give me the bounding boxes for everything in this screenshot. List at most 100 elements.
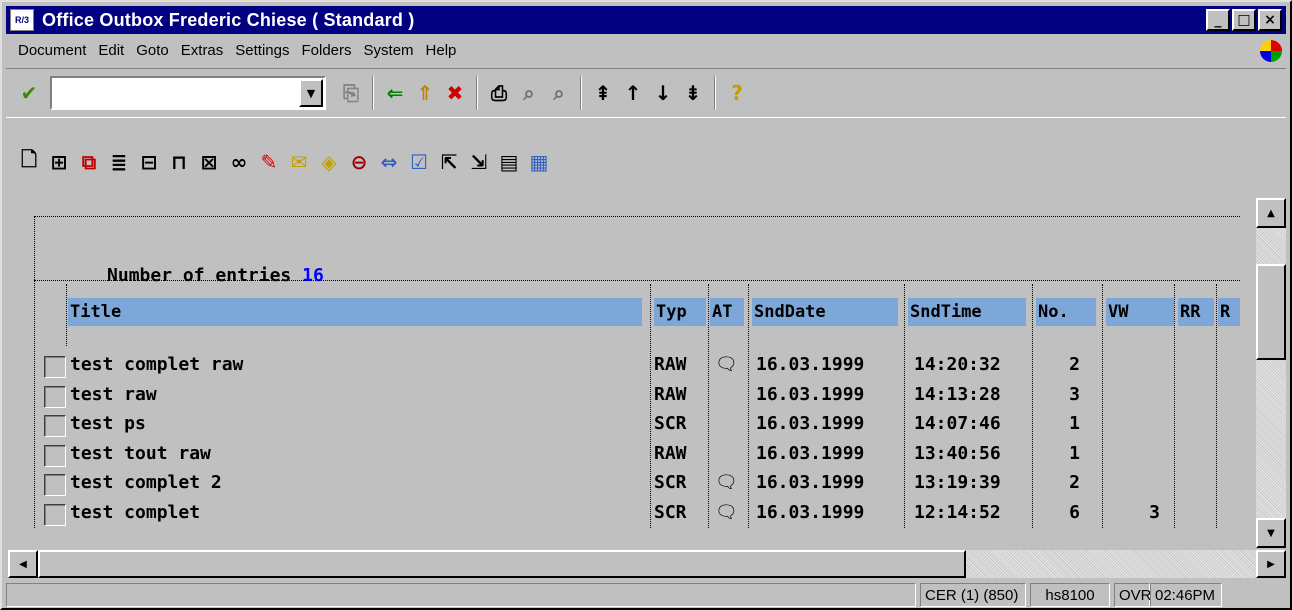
title-bar[interactable]: R/3 Office Outbox Frederic Chiese ( Stan… bbox=[6, 6, 1286, 34]
row-select-checkbox[interactable] bbox=[44, 504, 66, 526]
structure-icon[interactable]: ≣ bbox=[104, 147, 134, 177]
export-icon[interactable]: ⇱ bbox=[434, 147, 464, 177]
column-header-no[interactable]: No. bbox=[1036, 298, 1096, 326]
menu-edit[interactable]: Edit bbox=[98, 42, 124, 59]
first-page-icon[interactable]: ⇞ bbox=[588, 78, 618, 108]
notes-icon[interactable]: ✉ bbox=[284, 147, 314, 177]
row-no: 6 bbox=[1069, 502, 1080, 523]
import-icon[interactable]: ⇲ bbox=[464, 147, 494, 177]
column-header-sndtime[interactable]: SndTime bbox=[908, 298, 1026, 326]
close-button[interactable]: × bbox=[1258, 9, 1282, 31]
column-rr-label: RR bbox=[1180, 302, 1201, 322]
column-header-vw[interactable]: VW bbox=[1106, 298, 1174, 326]
copy-icon[interactable]: ⧉ bbox=[74, 147, 104, 177]
menu-folders[interactable]: Folders bbox=[301, 42, 351, 59]
status-server[interactable]: hs8100 bbox=[1030, 583, 1110, 607]
row-title: test tout raw bbox=[70, 443, 211, 464]
column-title-label: Title bbox=[70, 302, 122, 322]
back-icon[interactable]: ⇐ bbox=[380, 78, 410, 108]
scroll-down-icon[interactable]: ▼ bbox=[1256, 518, 1286, 548]
cancel-icon[interactable]: ✖ bbox=[440, 78, 470, 108]
scroll-right-icon[interactable]: ▶ bbox=[1256, 550, 1286, 578]
scroll-left-icon[interactable]: ◀ bbox=[8, 550, 38, 578]
menu-goto[interactable]: Goto bbox=[136, 42, 169, 59]
maximize-button[interactable]: □ bbox=[1232, 9, 1256, 31]
glasses-icon[interactable]: ∞ bbox=[224, 147, 254, 177]
toolbar-separator bbox=[476, 76, 478, 110]
row-select-checkbox[interactable] bbox=[44, 356, 66, 378]
menu-system[interactable]: System bbox=[364, 42, 414, 59]
menu-settings[interactable]: Settings bbox=[235, 42, 289, 59]
edit-pencil-icon[interactable]: ✎ bbox=[254, 147, 284, 177]
column-divider bbox=[66, 284, 67, 346]
row-select-checkbox[interactable] bbox=[44, 474, 66, 496]
command-field[interactable]: ▼ bbox=[50, 76, 326, 110]
row-title: test complet bbox=[70, 502, 201, 523]
attributes-icon[interactable]: ◈ bbox=[314, 147, 344, 177]
sap-status-circle-icon[interactable] bbox=[1260, 40, 1282, 62]
horizontal-scroll-thumb[interactable] bbox=[38, 550, 966, 578]
status-time: 02:46PM bbox=[1150, 583, 1222, 607]
status-mode[interactable]: OVR bbox=[1114, 583, 1152, 607]
next-page-icon[interactable]: ↓ bbox=[648, 78, 678, 108]
sap-app-icon[interactable]: R/3 bbox=[10, 9, 34, 31]
trash-icon[interactable]: ⊠ bbox=[194, 147, 224, 177]
row-select-checkbox[interactable] bbox=[44, 415, 66, 437]
minimize-button[interactable]: _ bbox=[1206, 9, 1230, 31]
change-icon[interactable]: ☑ bbox=[404, 147, 434, 177]
column-header-rr[interactable]: RR bbox=[1178, 298, 1214, 326]
row-title: test complet raw bbox=[70, 354, 244, 375]
distribution-list-icon[interactable]: ⊞ bbox=[44, 147, 74, 177]
menu-extras[interactable]: Extras bbox=[181, 42, 224, 59]
vertical-scrollbar[interactable]: ▲ ▼ bbox=[1256, 198, 1286, 548]
horizontal-scrollbar[interactable]: ◀ ▶ bbox=[8, 550, 1286, 578]
row-no: 3 bbox=[1069, 384, 1080, 405]
attachment-icon: 🗨 bbox=[715, 502, 738, 523]
row-select-checkbox[interactable] bbox=[44, 445, 66, 467]
menu-document[interactable]: Document bbox=[18, 42, 86, 59]
save-icon[interactable]: ⎘ bbox=[336, 78, 366, 108]
scroll-up-icon[interactable]: ▲ bbox=[1256, 198, 1286, 228]
org-chart-icon[interactable]: ⊟ bbox=[134, 147, 164, 177]
attachment-icon: 🗨 bbox=[715, 472, 738, 493]
command-input[interactable] bbox=[52, 78, 292, 106]
column-header-at[interactable]: AT bbox=[710, 298, 744, 326]
column-header-title[interactable]: Title bbox=[68, 298, 642, 326]
row-typ: SCR bbox=[654, 472, 687, 493]
column-header-snddate[interactable]: SndDate bbox=[752, 298, 898, 326]
layout-icon[interactable]: ▦ bbox=[524, 147, 554, 177]
exit-icon[interactable]: ⇑ bbox=[410, 78, 440, 108]
find-next-icon[interactable]: ⌕ bbox=[544, 78, 574, 108]
standard-toolbar: ✔ ▼ ⎘ ⇐ ⇑ ✖ ⎙ ⌕ ⌕ ⇞ ↑ ↓ ⇟ ? bbox=[6, 68, 1286, 118]
frame-line bbox=[34, 216, 35, 528]
last-page-icon[interactable]: ⇟ bbox=[678, 78, 708, 108]
menu-help[interactable]: Help bbox=[426, 42, 457, 59]
previous-page-icon[interactable]: ↑ bbox=[618, 78, 648, 108]
column-header-typ[interactable]: Typ bbox=[654, 298, 706, 326]
column-at-label: AT bbox=[712, 302, 733, 322]
row-typ: RAW bbox=[654, 384, 687, 405]
row-typ: SCR bbox=[654, 413, 687, 434]
vertical-scroll-thumb[interactable] bbox=[1256, 264, 1286, 360]
row-select-checkbox[interactable] bbox=[44, 386, 66, 408]
print-icon[interactable]: ⎙ bbox=[484, 78, 514, 108]
create-document-icon[interactable]: 🗋 bbox=[14, 147, 44, 177]
column-sndtime-label: SndTime bbox=[910, 302, 982, 322]
row-no: 1 bbox=[1069, 413, 1080, 434]
find-icon[interactable]: ⌕ bbox=[514, 78, 544, 108]
help-icon[interactable]: ? bbox=[722, 78, 752, 108]
column-header-r[interactable]: R bbox=[1218, 298, 1240, 326]
forward-icon[interactable]: ⇔ bbox=[374, 147, 404, 177]
delete-icon[interactable]: ⊓ bbox=[164, 147, 194, 177]
entry-count-label: Number of entries bbox=[107, 265, 292, 286]
menu-bar: Document Edit Goto Extras Settings Folde… bbox=[6, 36, 1286, 64]
command-dropdown-icon[interactable]: ▼ bbox=[299, 79, 323, 107]
window-title: Office Outbox Frederic Chiese ( Standard… bbox=[42, 9, 415, 30]
row-sndtime: 14:13:28 bbox=[914, 384, 1001, 405]
sort-icon[interactable]: ▤ bbox=[494, 147, 524, 177]
status-system[interactable]: CER (1) (850) bbox=[920, 583, 1026, 607]
enter-check-icon[interactable]: ✔ bbox=[14, 78, 44, 108]
row-no: 2 bbox=[1069, 354, 1080, 375]
row-vw: 3 bbox=[1149, 502, 1160, 523]
folder-icon[interactable]: ⊖ bbox=[344, 147, 374, 177]
